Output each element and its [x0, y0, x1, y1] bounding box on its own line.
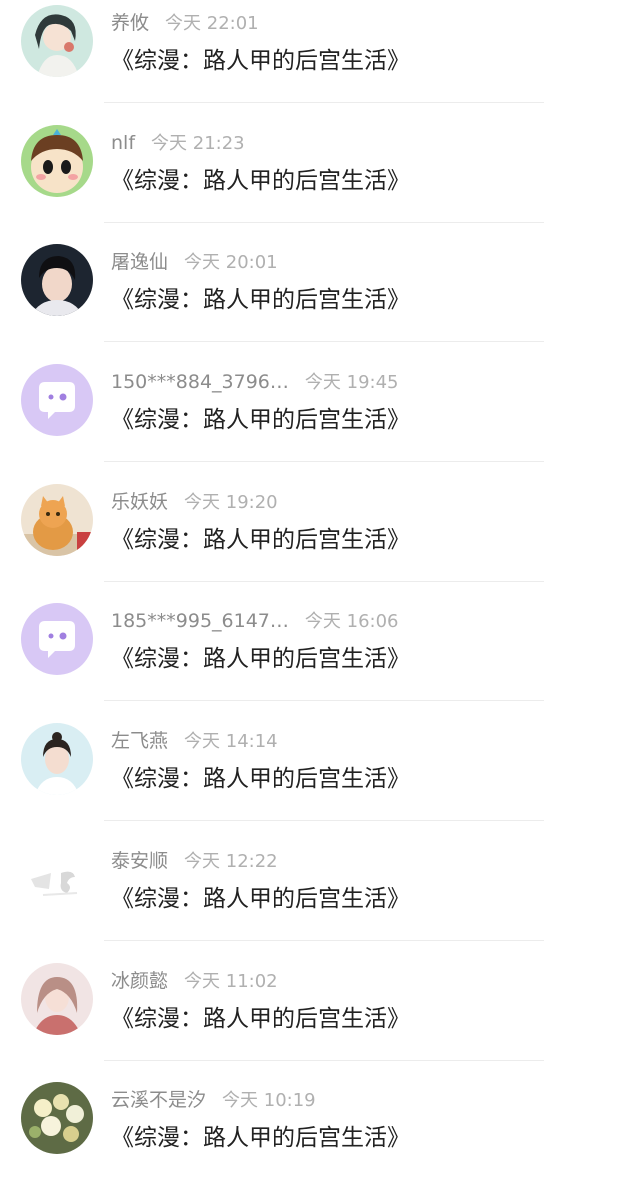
username[interactable]: 乐妖妖	[111, 487, 168, 517]
avatar[interactable]	[21, 1082, 93, 1155]
comment-item[interactable]: 泰安顺 今天 12:22 《综漫：路人甲的后宫生活》	[0, 838, 640, 958]
comment-item[interactable]: 云溪不是汐 今天 10:19 《综漫：路人甲的后宫生活》	[0, 1077, 640, 1197]
username[interactable]: 云溪不是汐	[111, 1085, 206, 1115]
avatar[interactable]	[21, 603, 93, 676]
comment-text: 《综漫：路人甲的后宫生活》	[111, 885, 410, 912]
username[interactable]: 泰安顺	[111, 846, 168, 876]
avatar[interactable]	[21, 842, 93, 915]
comment-item[interactable]: 185***995_6147… 今天 16:06 《综漫：路人甲的后宫生活》	[0, 598, 640, 718]
avatar[interactable]	[21, 723, 93, 796]
divider	[104, 341, 544, 343]
girl-drawing-avatar-icon	[21, 5, 93, 77]
avatar[interactable]	[21, 364, 93, 437]
comment-text: 《综漫：路人甲的后宫生活》	[111, 167, 410, 194]
avatar[interactable]	[21, 483, 93, 556]
comment-text: 《综漫：路人甲的后宫生活》	[111, 1125, 410, 1152]
divider	[104, 700, 544, 702]
comment-text: 《综漫：路人甲的后宫生活》	[111, 646, 410, 673]
comment-meta: nlf 今天 21:23	[111, 128, 245, 158]
default-chat-bubble-avatar-icon	[21, 364, 93, 437]
username[interactable]: 185***995_6147…	[111, 606, 289, 636]
avatar[interactable]	[21, 124, 93, 197]
comment-meta: 冰颜懿 今天 11:02	[111, 966, 278, 996]
comment-meta: 乐妖妖 今天 19:20	[111, 487, 278, 517]
comment-item[interactable]: 乐妖妖 今天 19:20 《综漫：路人甲的后宫生活》	[0, 479, 640, 599]
comment-text: 《综漫：路人甲的后宫生活》	[111, 407, 410, 434]
cartoon-boy-avatar-icon	[21, 124, 93, 197]
avatar[interactable]	[21, 5, 93, 77]
comment-item[interactable]: 屠逸仙 今天 20:01 《综漫：路人甲的后宫生活》	[0, 239, 640, 359]
timestamp: 今天 22:01	[165, 13, 259, 34]
comment-item[interactable]: nlf 今天 21:23 《综漫：路人甲的后宫生活》	[0, 120, 640, 240]
timestamp: 今天 19:20	[184, 491, 278, 513]
comment-text: 《综漫：路人甲的后宫生活》	[111, 766, 410, 793]
avatar[interactable]	[21, 244, 93, 317]
orange-cat-avatar-icon	[21, 483, 93, 556]
timestamp: 今天 11:02	[184, 970, 278, 992]
default-chat-bubble-avatar-icon	[21, 603, 93, 676]
comment-meta: 屠逸仙 今天 20:01	[111, 247, 278, 277]
faded-logo-avatar-icon	[21, 842, 93, 915]
timestamp: 今天 14:14	[184, 731, 278, 753]
username[interactable]: 屠逸仙	[111, 247, 168, 277]
painted-girl-avatar-icon	[21, 962, 93, 1035]
comment-item[interactable]: 养攸 今天 22:01 《综漫：路人甲的后宫生活》	[0, 0, 640, 120]
comment-text: 《综漫：路人甲的后宫生活》	[111, 287, 410, 314]
username[interactable]: 左飞燕	[111, 726, 168, 756]
divider	[104, 1059, 544, 1061]
comment-item[interactable]: 150***884_3796… 今天 19:45 《综漫：路人甲的后宫生活》	[0, 359, 640, 479]
username[interactable]: 养攸	[111, 8, 149, 38]
username[interactable]: 150***884_3796…	[111, 367, 289, 397]
username[interactable]: nlf	[111, 128, 135, 158]
divider	[104, 939, 544, 941]
comment-list: 养攸 今天 22:01 《综漫：路人甲的后宫生活》 nlf 今天 21:23 《综漫…	[0, 0, 640, 1197]
timestamp: 今天 19:45	[304, 372, 399, 394]
timestamp: 今天 12:22	[184, 850, 278, 872]
comment-item[interactable]: 左飞燕 今天 14:14 《综漫：路人甲的后宫生活》	[0, 718, 640, 838]
comment-meta: 左飞燕 今天 14:14	[111, 726, 278, 756]
comment-text: 《综漫：路人甲的后宫生活》	[111, 1005, 410, 1032]
comment-text: 《综漫：路人甲的后宫生活》	[111, 526, 410, 553]
divider	[104, 580, 544, 582]
comment-text: 《综漫：路人甲的后宫生活》	[111, 48, 410, 74]
comment-meta: 泰安顺 今天 12:22	[111, 846, 278, 876]
comment-meta: 云溪不是汐 今天 10:19	[111, 1085, 316, 1115]
timestamp: 今天 10:19	[222, 1090, 316, 1112]
divider	[104, 461, 544, 463]
timestamp: 今天 16:06	[304, 611, 399, 633]
flower-bouquet-avatar-icon	[21, 1082, 93, 1155]
comment-item[interactable]: 冰颜懿 今天 11:02 《综漫：路人甲的后宫生活》	[0, 958, 640, 1078]
comment-meta: 185***995_6147… 今天 16:06	[111, 606, 399, 636]
young-man-photo-avatar-icon	[21, 244, 93, 317]
divider	[104, 221, 544, 223]
divider	[104, 102, 544, 103]
divider	[104, 820, 544, 822]
username[interactable]: 冰颜懿	[111, 966, 168, 996]
comment-meta: 养攸 今天 22:01	[111, 8, 259, 38]
timestamp: 今天 21:23	[151, 132, 245, 154]
woman-photo-avatar-icon	[21, 723, 93, 796]
timestamp: 今天 20:01	[184, 252, 278, 274]
comment-meta: 150***884_3796… 今天 19:45	[111, 367, 399, 397]
avatar[interactable]	[21, 962, 93, 1035]
